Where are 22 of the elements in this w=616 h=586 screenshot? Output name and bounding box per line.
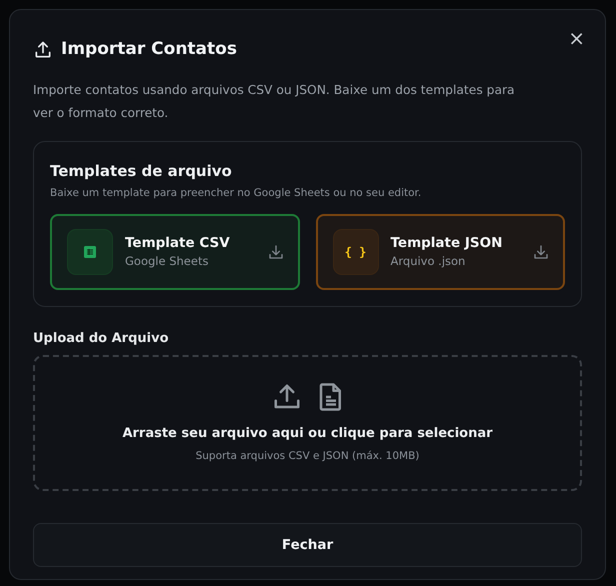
download-icon — [268, 244, 284, 260]
template-title: Template CSV — [125, 234, 231, 253]
close-button[interactable]: × — [564, 26, 589, 50]
template-subtitle: Arquivo .json — [390, 253, 466, 270]
dialog-title: Importar Contatos — [61, 38, 237, 61]
template-subtitle: Google Sheets — [125, 253, 210, 270]
upload-icon — [33, 40, 53, 60]
document-icon — [318, 382, 344, 412]
download-icon — [533, 244, 549, 260]
templates-title: Templates de arquivo — [50, 160, 233, 182]
spreadsheet-icon — [83, 244, 97, 259]
close-dialog-button[interactable]: Fechar — [33, 523, 582, 568]
template-card[interactable]: Template CSV Google Sheets — [50, 214, 300, 290]
upload-label: Upload do Arquivo — [33, 330, 170, 348]
drop-hint: Suporta arquivos CSV e JSON (máx. 10MB) — [196, 448, 420, 464]
dialog-description: Importe contatos usando arquivos CSV ou JSON. Baixe um dos templates para ver o formato correto. — [33, 82, 516, 122]
drop-prompt: Arraste seu arquivo aqui ou clique para selecionar — [122, 425, 493, 444]
file-drop-zone[interactable]: Arraste seu arquivo aqui ou clique para selecionar Suporta arquivos CSV e JSON (máx. 10MB) — [33, 355, 582, 492]
template-card[interactable]: { } Template JSON Arquivo .json — [316, 214, 565, 290]
braces-icon: { } — [344, 242, 366, 261]
templates-subtitle: Baixe um template para preencher no Google Sheets ou no seu editor. — [50, 186, 422, 201]
template-title: Template JSON — [390, 234, 504, 253]
